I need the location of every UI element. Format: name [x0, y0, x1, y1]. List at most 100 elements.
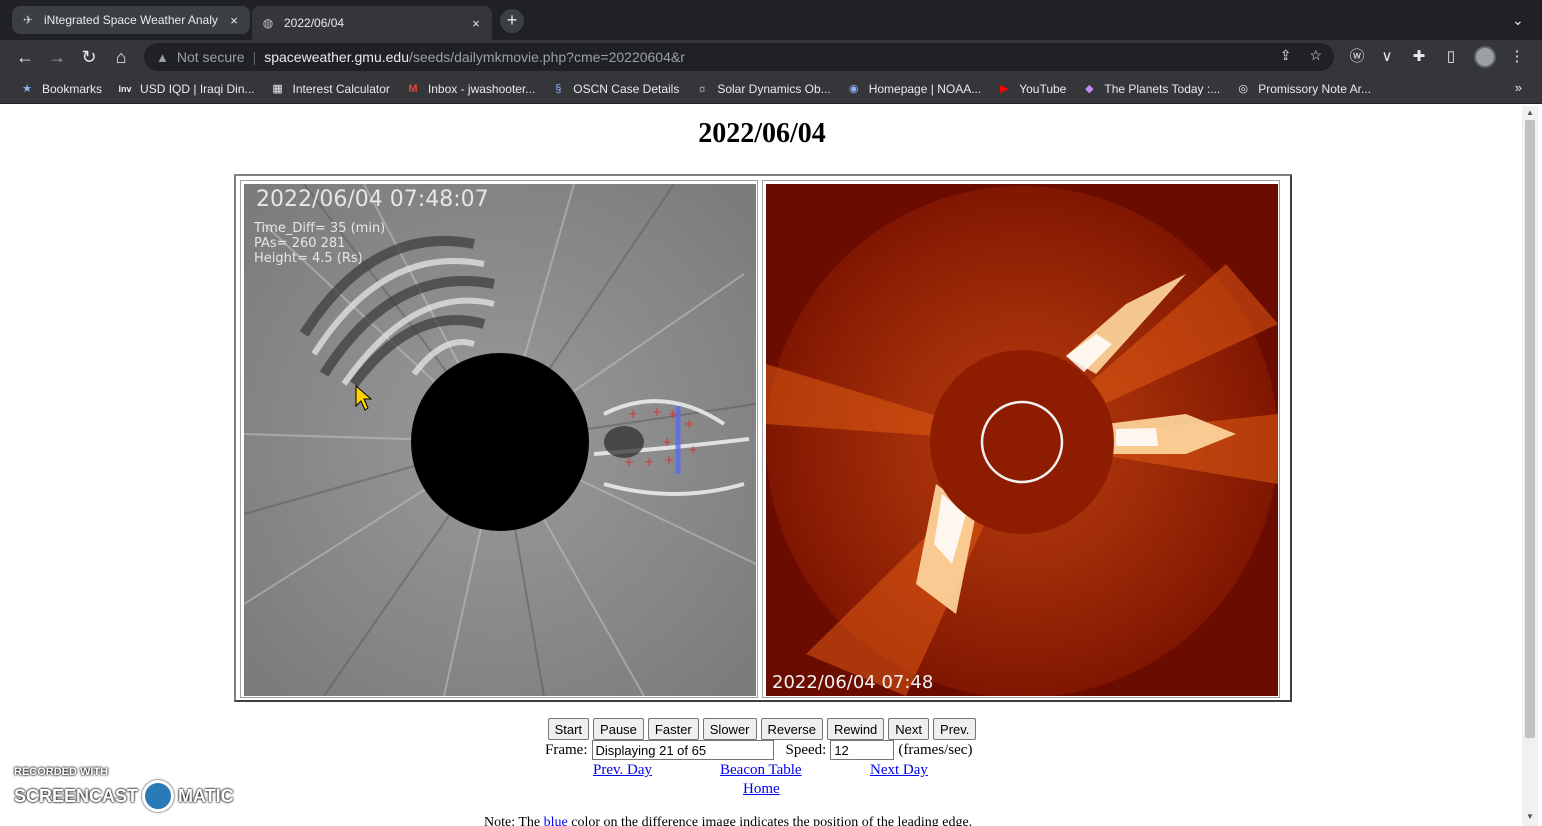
extension-w-icon[interactable]: ⓦ — [1346, 46, 1368, 68]
close-tab-icon[interactable]: × — [226, 13, 242, 28]
tab-daily-movie[interactable]: ◍ 2022/06/04 × — [252, 6, 492, 40]
prev-button[interactable]: Prev. — [933, 718, 977, 740]
speed-field[interactable] — [830, 740, 895, 760]
close-tab-icon[interactable]: × — [468, 16, 484, 31]
prev-day-link[interactable]: Prev. Day — [593, 762, 652, 778]
new-tab-button[interactable]: + — [500, 9, 524, 33]
movie-controls: Start Pause Faster Slower Reverse Rewind… — [4, 718, 1520, 740]
lens-icon — [142, 780, 175, 812]
bookmark-star-icon[interactable]: ☆ — [1309, 47, 1322, 64]
bookmark-item[interactable]: ◉ Homepage | NOAA... — [847, 82, 981, 96]
svg-text:+: + — [628, 407, 638, 421]
scroll-down-icon[interactable]: ▼ — [1522, 812, 1538, 821]
forward-icon[interactable]: → — [44, 45, 70, 69]
speed-unit-label: (frames/sec) — [898, 741, 973, 758]
svg-text:+: + — [684, 417, 694, 431]
shield-icon: § — [555, 82, 562, 95]
bookmark-item[interactable]: M Inbox - jwashooter... — [406, 82, 535, 96]
menu-icon[interactable]: ⋮ — [1506, 46, 1528, 68]
avatar[interactable] — [1474, 46, 1496, 68]
url-host: spaceweather.gmu.edu — [264, 49, 409, 65]
tab-title: iNtegrated Space Weather Analy — [44, 13, 218, 27]
prev-day-link-wrap: Prev. Day — [593, 762, 652, 779]
rewind-button[interactable]: Rewind — [826, 718, 885, 740]
tab-integrated-space-weather[interactable]: ✈ iNtegrated Space Weather Analy × — [12, 6, 250, 34]
recorded-with-label: RECORDED WITH — [14, 766, 109, 778]
recording-watermark: RECORDED WITH SCREENCAST MATIC — [14, 766, 234, 812]
bookmark-item[interactable]: ▶ YouTube — [997, 82, 1066, 96]
bookmark-item[interactable]: Inv USD IQD | Iraqi Din... — [118, 81, 255, 96]
home-link[interactable]: Home — [743, 781, 780, 798]
lasco-image: 2022/06/04 07:48 — [766, 184, 1278, 696]
difference-image: + + + + + + + + + 2022/06/04 07:48:07 Time_Dif… — [244, 184, 756, 696]
bookmark-item[interactable]: ◆ The Planets Today :... — [1082, 82, 1220, 96]
bookmark-label: Solar Dynamics Ob... — [717, 81, 831, 96]
sidepanel-icon[interactable]: ▯ — [1440, 46, 1462, 68]
right-timestamp: 2022/06/04 07:48 — [772, 672, 933, 693]
bookmark-label: The Planets Today :... — [1104, 81, 1221, 96]
next-button[interactable]: Next — [888, 718, 930, 740]
share-icon[interactable]: ⇪ — [1280, 47, 1292, 64]
sdo-icon: ☼ — [697, 82, 708, 95]
leading-edge-note: Note: The blue color on the difference i… — [484, 815, 972, 826]
frame-speed-row: Frame: Speed: (frames/sec) — [545, 740, 972, 760]
frame-field[interactable] — [591, 740, 774, 760]
bookmark-item[interactable]: ◎ Promissory Note Ar... — [1236, 82, 1371, 96]
page-title: 2022/06/04 — [698, 118, 826, 149]
difference-image-cell: + + + + + + + + + 2022/06/04 07:48:07 Time_Dif… — [240, 180, 758, 698]
puzzle-icon[interactable]: ✚ — [1408, 46, 1430, 68]
bookmark-label: Interest Calculator — [292, 81, 390, 96]
lasco-image-cell: 2022/06/04 07:48 — [762, 180, 1280, 698]
noaa-icon: ◉ — [848, 83, 859, 95]
document-icon: ◎ — [1238, 83, 1249, 95]
movie-frame-table: + + + + + + + + + 2022/06/04 07:48:07 Time_Dif… — [234, 174, 1292, 702]
bookmark-item[interactable]: ☼ Solar Dynamics Ob... — [695, 82, 830, 96]
slower-button[interactable]: Slower — [702, 718, 757, 740]
svg-text:+: + — [662, 435, 672, 449]
brand-right-label: MATIC — [178, 785, 234, 806]
chevron-down-icon[interactable]: ⌄ — [1512, 0, 1524, 40]
tab-strip: ✈ iNtegrated Space Weather Analy × ◍ 202… — [0, 0, 1542, 40]
bookmark-item[interactable]: ▦ Interest Calculator — [271, 82, 390, 96]
svg-text:+: + — [664, 453, 674, 467]
start-button[interactable]: Start — [547, 718, 590, 740]
note-blue-word: blue — [543, 815, 568, 826]
next-day-link-wrap: Next Day — [870, 762, 928, 779]
address-bar[interactable]: ▲ Not secure | spaceweather.gmu.edu/seed… — [144, 43, 1334, 71]
scroll-up-icon[interactable]: ▲ — [1522, 108, 1538, 117]
bookmark-item[interactable]: § OSCN Case Details — [551, 82, 679, 96]
height-label: Height= 4.5 (Rs) — [254, 251, 363, 266]
inv-icon: Inv — [118, 83, 132, 94]
svg-text:+: + — [668, 407, 678, 421]
reload-icon[interactable]: ↻ — [76, 45, 102, 69]
beacon-table-link[interactable]: Beacon Table — [720, 762, 802, 778]
svg-text:+: + — [652, 405, 662, 419]
star-icon: ★ — [22, 83, 32, 95]
svg-text:+: + — [624, 455, 634, 469]
note-suffix: color on the difference image indicates … — [571, 815, 973, 826]
svg-text:+: + — [644, 455, 654, 469]
scrollbar-thumb[interactable] — [1525, 120, 1535, 738]
note-prefix: Note: The — [484, 815, 541, 826]
svg-text:+: + — [688, 443, 698, 457]
frame-label: Frame: — [545, 741, 588, 758]
extension-v-icon[interactable]: ∨ — [1376, 46, 1398, 68]
page-scrollbar[interactable]: ▲ ▼ — [1522, 106, 1538, 826]
reverse-button[interactable]: Reverse — [760, 718, 823, 740]
faster-button[interactable]: Faster — [647, 718, 699, 740]
back-icon[interactable]: ← — [12, 45, 38, 69]
pas-label: PAs= 260 281 — [254, 236, 345, 251]
calculator-icon: ▦ — [272, 83, 283, 95]
pause-button[interactable]: Pause — [593, 718, 644, 740]
bookmark-label: USD IQD | Iraqi Din... — [140, 81, 255, 96]
bookmark-item[interactable]: ★ Bookmarks — [20, 82, 102, 96]
beacon-table-link-wrap: Beacon Table — [720, 762, 802, 779]
bookmark-label: Inbox - jwashooter... — [427, 81, 536, 96]
next-day-link[interactable]: Next Day — [870, 762, 928, 778]
more-bookmarks-icon[interactable]: » — [1515, 80, 1522, 95]
home-icon[interactable]: ⌂ — [108, 45, 134, 69]
bookmark-label: Bookmarks — [42, 81, 103, 96]
url-path: /seeds/dailymkmovie.php?cme=20220604&r — [408, 49, 685, 65]
bookmarks-bar: ★ Bookmarks Inv USD IQD | Iraqi Din... ▦ In… — [0, 74, 1542, 104]
browser-toolbar: ← → ↻ ⌂ ▲ Not secure | spaceweather.gmu.… — [0, 40, 1542, 74]
